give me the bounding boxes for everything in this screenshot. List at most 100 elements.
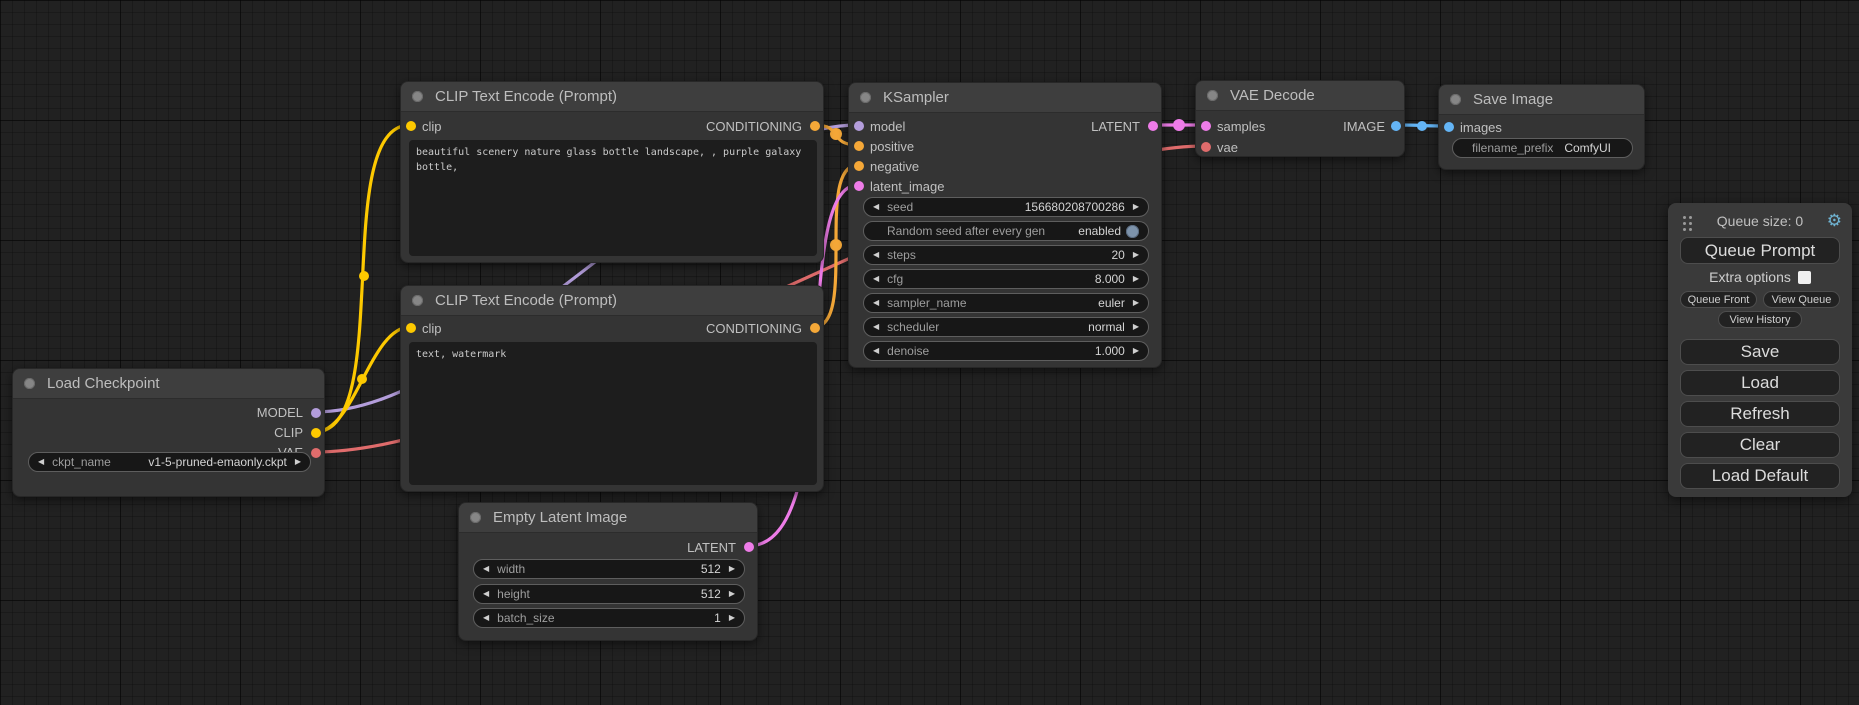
input-port-samples[interactable]	[1201, 121, 1211, 131]
increment-arrow-icon[interactable]: ▶	[295, 458, 301, 466]
input-port-model[interactable]	[854, 121, 864, 131]
decrement-arrow-icon[interactable]: ◀	[483, 590, 489, 598]
increment-arrow-icon[interactable]: ▶	[729, 590, 735, 598]
input-label: images	[1460, 120, 1502, 135]
view-queue-button[interactable]: View Queue	[1763, 291, 1840, 308]
widget-ckpt-name[interactable]: ◀ ckpt_name v1-5-pruned-emaonly.ckpt ▶	[28, 452, 311, 472]
node-title-bar[interactable]: CLIP Text Encode (Prompt)	[401, 82, 823, 112]
extra-options-checkbox[interactable]	[1798, 271, 1811, 284]
widget-cfg[interactable]: ◀ cfg 8.000 ▶	[863, 269, 1149, 289]
node-title-bar[interactable]: KSampler	[849, 83, 1161, 113]
increment-arrow-icon[interactable]: ▶	[1133, 275, 1139, 283]
load-default-button[interactable]: Load Default	[1680, 463, 1840, 489]
widget-steps[interactable]: ◀ steps 20 ▶	[863, 245, 1149, 265]
node-title-bar[interactable]: Empty Latent Image	[459, 503, 757, 533]
widget-label: scheduler	[887, 320, 939, 334]
node-vae-decode[interactable]: VAE Decode samples vae IMAGE	[1195, 80, 1405, 157]
input-port-latent-image[interactable]	[854, 181, 864, 191]
increment-arrow-icon[interactable]: ▶	[1133, 203, 1139, 211]
node-title-bar[interactable]: Save Image	[1439, 85, 1644, 115]
input-label: samples	[1217, 119, 1265, 134]
widget-seed[interactable]: ◀ seed 156680208700286 ▶	[863, 197, 1149, 217]
decrement-arrow-icon[interactable]: ◀	[873, 323, 879, 331]
widget-label: width	[497, 562, 525, 576]
output-port-latent[interactable]	[744, 542, 754, 552]
queue-prompt-button[interactable]: Queue Prompt	[1680, 237, 1840, 264]
output-port-vae[interactable]	[311, 448, 321, 458]
widget-height[interactable]: ◀ height 512 ▶	[473, 584, 745, 604]
widget-value: v1-5-pruned-emaonly.ckpt	[111, 455, 287, 469]
increment-arrow-icon[interactable]: ▶	[1133, 323, 1139, 331]
toggle-icon[interactable]	[1126, 225, 1139, 238]
output-port-model[interactable]	[311, 408, 321, 418]
clear-button[interactable]: Clear	[1680, 432, 1840, 458]
node-clip-text-encode-positive[interactable]: CLIP Text Encode (Prompt) clip CONDITION…	[400, 81, 824, 263]
collapse-dot-icon[interactable]	[470, 512, 481, 523]
save-button[interactable]: Save	[1680, 339, 1840, 365]
gear-icon[interactable]: ⚙	[1827, 211, 1842, 231]
increment-arrow-icon[interactable]: ▶	[1133, 299, 1139, 307]
node-title: Save Image	[1473, 91, 1553, 108]
output-port-clip[interactable]	[311, 428, 321, 438]
input-port-negative[interactable]	[854, 161, 864, 171]
collapse-dot-icon[interactable]	[412, 295, 423, 306]
prompt-textarea[interactable]: beautiful scenery nature glass bottle la…	[409, 140, 817, 256]
increment-arrow-icon[interactable]: ▶	[729, 614, 735, 622]
input-label: vae	[1217, 140, 1238, 155]
node-title: KSampler	[883, 89, 949, 106]
widget-value: ComfyUI	[1553, 141, 1611, 155]
input-port-clip[interactable]	[406, 121, 416, 131]
decrement-arrow-icon[interactable]: ◀	[483, 614, 489, 622]
increment-arrow-icon[interactable]: ▶	[1133, 251, 1139, 259]
node-clip-text-encode-negative[interactable]: CLIP Text Encode (Prompt) clip CONDITION…	[400, 285, 824, 492]
node-title-bar[interactable]: CLIP Text Encode (Prompt)	[401, 286, 823, 316]
input-port-clip[interactable]	[406, 323, 416, 333]
decrement-arrow-icon[interactable]: ◀	[873, 275, 879, 283]
prompt-textarea[interactable]: text, watermark	[409, 342, 817, 485]
output-port-latent[interactable]	[1148, 121, 1158, 131]
refresh-button[interactable]: Refresh	[1680, 401, 1840, 427]
widget-value: 8.000	[903, 272, 1125, 286]
collapse-dot-icon[interactable]	[860, 92, 871, 103]
graph-canvas[interactable]: CLIP Text Encode (Prompt) clip CONDITION…	[0, 0, 1859, 705]
increment-arrow-icon[interactable]: ▶	[1133, 347, 1139, 355]
increment-arrow-icon[interactable]: ▶	[729, 565, 735, 573]
link-dot	[1417, 121, 1427, 131]
input-port-images[interactable]	[1444, 122, 1454, 132]
widget-width[interactable]: ◀ width 512 ▶	[473, 559, 745, 579]
node-save-image[interactable]: Save Image images filename_prefix ComfyU…	[1438, 84, 1645, 170]
collapse-dot-icon[interactable]	[412, 91, 423, 102]
output-port-image[interactable]	[1391, 121, 1401, 131]
node-ksampler[interactable]: KSampler model positive negative latent_…	[848, 82, 1162, 368]
decrement-arrow-icon[interactable]: ◀	[38, 458, 44, 466]
output-port-conditioning[interactable]	[810, 323, 820, 333]
widget-scheduler[interactable]: ◀ scheduler normal ▶	[863, 317, 1149, 337]
view-history-button[interactable]: View History	[1718, 311, 1802, 328]
widget-label: steps	[887, 248, 916, 262]
widget-filename-prefix[interactable]: filename_prefix ComfyUI	[1452, 138, 1633, 158]
widget-denoise[interactable]: ◀ denoise 1.000 ▶	[863, 341, 1149, 361]
output-port-conditioning[interactable]	[810, 121, 820, 131]
node-title-bar[interactable]: Load Checkpoint	[13, 369, 324, 399]
widget-batch-size[interactable]: ◀ batch_size 1 ▶	[473, 608, 745, 628]
collapse-dot-icon[interactable]	[1450, 94, 1461, 105]
widget-random-seed-toggle[interactable]: Random seed after every gen enabled	[863, 221, 1149, 241]
load-button[interactable]: Load	[1680, 370, 1840, 396]
widget-sampler-name[interactable]: ◀ sampler_name euler ▶	[863, 293, 1149, 313]
decrement-arrow-icon[interactable]: ◀	[873, 299, 879, 307]
collapse-dot-icon[interactable]	[24, 378, 35, 389]
node-load-checkpoint[interactable]: Load Checkpoint MODEL CLIP VAE ◀ ckpt_na…	[12, 368, 325, 497]
link-dot	[830, 239, 842, 251]
decrement-arrow-icon[interactable]: ◀	[873, 347, 879, 355]
collapse-dot-icon[interactable]	[1207, 90, 1218, 101]
link-dot	[359, 271, 369, 281]
input-port-vae[interactable]	[1201, 142, 1211, 152]
node-title-bar[interactable]: VAE Decode	[1196, 81, 1404, 111]
input-port-positive[interactable]	[854, 141, 864, 151]
node-empty-latent-image[interactable]: Empty Latent Image LATENT ◀ width 512 ▶ …	[458, 502, 758, 641]
input-label: model	[870, 119, 905, 134]
queue-front-button[interactable]: Queue Front	[1680, 291, 1757, 308]
decrement-arrow-icon[interactable]: ◀	[873, 251, 879, 259]
decrement-arrow-icon[interactable]: ◀	[873, 203, 879, 211]
decrement-arrow-icon[interactable]: ◀	[483, 565, 489, 573]
